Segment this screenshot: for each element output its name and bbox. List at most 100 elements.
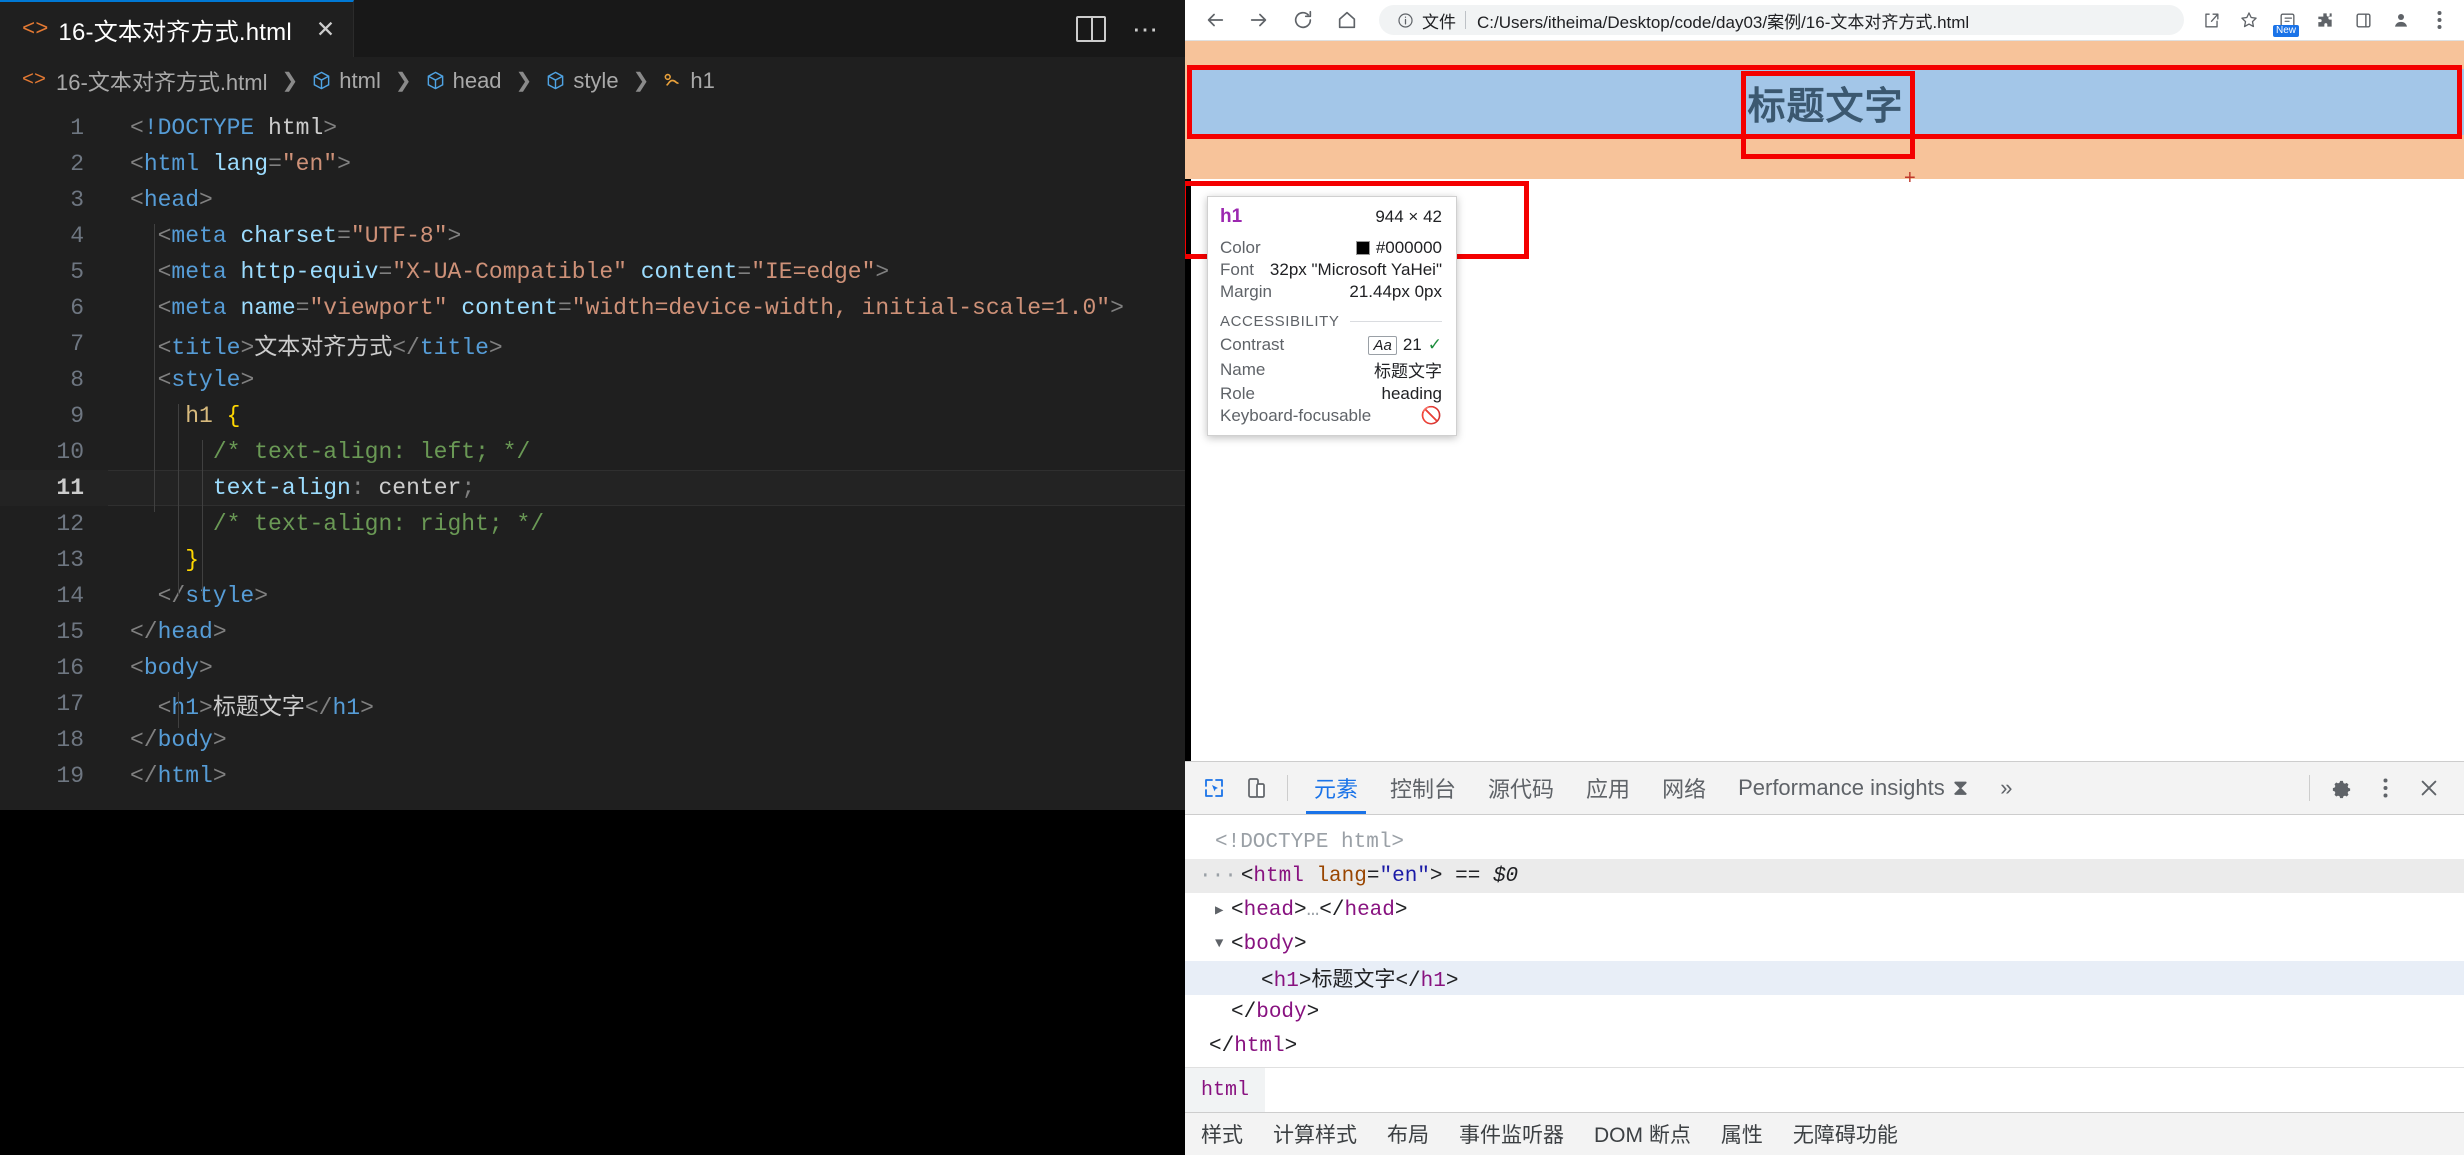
sidebar-tab-styles[interactable]: 样式 xyxy=(1201,1119,1243,1149)
close-devtools-icon[interactable] xyxy=(2408,767,2450,809)
info-circle-icon[interactable] xyxy=(1393,8,1417,32)
dom-text: </body> xyxy=(1231,1000,1320,1024)
back-arrow-icon[interactable] xyxy=(1193,2,1237,38)
sidebar-tab-computed[interactable]: 计算样式 xyxy=(1273,1119,1357,1149)
line-number: 19 xyxy=(56,763,84,789)
tooltip-key: Margin xyxy=(1220,282,1272,301)
line-number: 4 xyxy=(70,223,84,249)
tooltip-size: 944 × 42 xyxy=(1375,207,1442,226)
code-line: 3 <head> xyxy=(0,182,1185,218)
line-number: 3 xyxy=(70,187,84,213)
device-toolbar-icon[interactable] xyxy=(1235,767,1277,809)
tooltip-key: Role xyxy=(1220,384,1255,403)
code-line: 8 <style> xyxy=(0,362,1185,398)
no-entry-icon: 🚫 xyxy=(1420,406,1442,425)
tab-elements[interactable]: 元素 xyxy=(1298,762,1374,814)
inspect-tooltip: h1 944 × 42 Color #000000 Font 32px "Mic… xyxy=(1207,196,1457,436)
tooltip-value: 32px "Microsoft YaHei" xyxy=(1269,260,1442,279)
crosshair-cursor-icon: + xyxy=(1904,167,1916,189)
expand-triangle-icon[interactable]: ▶ xyxy=(1215,902,1231,919)
line-number: 18 xyxy=(56,727,84,753)
tooltip-tag-name: h1 xyxy=(1220,206,1243,227)
new-badge: New xyxy=(2273,25,2300,37)
share-icon[interactable] xyxy=(2194,3,2228,37)
line-number: 9 xyxy=(70,403,84,429)
line-number: 16 xyxy=(56,655,84,681)
dom-line-doctype[interactable]: <!DOCTYPE html> xyxy=(1185,825,2464,859)
breadcrumb-item-style[interactable]: style xyxy=(546,68,619,94)
tab-sources[interactable]: 源代码 xyxy=(1472,762,1570,814)
devtools-panel: 元素 控制台 源代码 应用 网络 Performance insights ⧗ … xyxy=(1185,761,2464,1155)
line-number: 5 xyxy=(70,259,84,285)
sidebar-tab-event-listeners[interactable]: 事件监听器 xyxy=(1459,1119,1564,1149)
page-viewport[interactable]: 标题文字 + h1 944 × 42 Color #000000 Font 32… xyxy=(1185,41,2464,761)
dom-breadcrumb: html xyxy=(1185,1067,2464,1112)
reload-icon[interactable] xyxy=(1281,2,1325,38)
profile-avatar-icon[interactable] xyxy=(2384,3,2418,37)
address-bar[interactable]: 文件 C:/Users/itheima/Desktop/code/day03/案… xyxy=(1379,5,2184,35)
dom-line-body-close[interactable]: </body> xyxy=(1185,995,2464,1029)
tab-application[interactable]: 应用 xyxy=(1570,762,1646,814)
forward-arrow-icon[interactable] xyxy=(1237,2,1281,38)
breadcrumb-separator: ❯ xyxy=(632,70,650,92)
extensions-puzzle-icon[interactable] xyxy=(2308,3,2342,37)
line-number: 7 xyxy=(70,331,84,357)
editor-empty-area[interactable] xyxy=(0,810,1185,1155)
tab-network[interactable]: 网络 xyxy=(1646,762,1722,814)
collapse-triangle-icon[interactable]: ▼ xyxy=(1215,936,1231,952)
sidebar-tab-layout[interactable]: 布局 xyxy=(1387,1119,1429,1149)
tooltip-row-font: Font 32px "Microsoft YaHei" xyxy=(1208,259,1456,281)
chrome-browser-window: 文件 C:/Users/itheima/Desktop/code/day03/案… xyxy=(1185,0,2464,1155)
sidebar-tab-dom-breakpoints[interactable]: DOM 断点 xyxy=(1594,1119,1691,1149)
browser-action-icons: New xyxy=(2194,3,2456,37)
breadcrumb-item-h1[interactable]: h1 xyxy=(663,68,715,94)
more-actions-icon[interactable]: ⋯ xyxy=(1132,16,1159,42)
dom-line-html[interactable]: ··· <html lang="en"> == $0 xyxy=(1185,859,2464,893)
tab-console[interactable]: 控制台 xyxy=(1374,762,1472,814)
chrome-menu-icon[interactable] xyxy=(2422,3,2456,37)
tooltip-color-value: #000000 xyxy=(1375,238,1442,257)
devtools-overflow-icon[interactable]: » xyxy=(1984,762,2028,814)
split-editor-icon[interactable] xyxy=(1076,15,1106,42)
tooltip-value: 21.44px 0px xyxy=(1349,282,1442,301)
dom-line-h1[interactable]: <h1>标题文字</h1> xyxy=(1185,961,2464,995)
breadcrumb-item-html[interactable]: html xyxy=(312,68,381,94)
editor-tab[interactable]: <> 16-文本对齐方式.html ✕ xyxy=(0,0,355,57)
inspect-element-icon[interactable] xyxy=(1193,767,1235,809)
html-file-icon: <> xyxy=(22,17,49,42)
reading-list-icon[interactable]: New xyxy=(2270,3,2304,37)
screen: <> 16-文本对齐方式.html ✕ ⋯ <> 16-文本对齐方式.html … xyxy=(0,0,2464,1155)
sidebar-tab-properties[interactable]: 属性 xyxy=(1721,1119,1763,1149)
breadcrumb-item-html[interactable]: html xyxy=(1185,1068,1266,1112)
settings-gear-icon[interactable] xyxy=(2320,767,2362,809)
tooltip-row-keyboard: Keyboard-focusable 🚫 xyxy=(1208,405,1456,435)
code-line: 16 <body> xyxy=(0,650,1185,686)
breadcrumb-separator: ❯ xyxy=(515,70,533,92)
breadcrumb-item-file[interactable]: 16-文本对齐方式.html xyxy=(56,65,267,97)
close-icon[interactable]: ✕ xyxy=(316,18,335,41)
bookmark-star-icon[interactable] xyxy=(2232,3,2266,37)
dom-line-html-close[interactable]: </html> xyxy=(1185,1029,2464,1063)
tab-performance-insights[interactable]: Performance insights ⧗ xyxy=(1722,762,1984,814)
color-swatch xyxy=(1355,241,1370,255)
tooltip-row-contrast: Contrast Aa 21 ✓ xyxy=(1208,334,1456,356)
dom-line-head[interactable]: ▶ <head>…</head> xyxy=(1185,893,2464,927)
sidebar-tab-accessibility[interactable]: 无障碍功能 xyxy=(1793,1119,1898,1149)
editor-tab-bar: <> 16-文本对齐方式.html ✕ ⋯ xyxy=(0,0,1185,57)
code-line: 5 <meta http-equiv="X-UA-Compatible" con… xyxy=(0,254,1185,290)
side-panel-icon[interactable] xyxy=(2346,3,2380,37)
breadcrumb-item-head[interactable]: head xyxy=(426,68,502,94)
line-number: 10 xyxy=(56,439,84,465)
dom-tree[interactable]: <!DOCTYPE html> ··· <html lang="en"> == … xyxy=(1185,815,2464,1067)
section-divider xyxy=(1349,321,1442,322)
tooltip-value: #000000 xyxy=(1355,238,1442,258)
devtools-more-icon[interactable] xyxy=(2364,767,2406,809)
code-line: 6 <meta name="viewport" content="width=d… xyxy=(0,290,1185,326)
section-label: ACCESSIBILITY xyxy=(1220,313,1340,330)
code-editor[interactable]: 1 <!DOCTYPE html> 2 <html lang="en"> 3 <… xyxy=(0,104,1185,1155)
tooltip-accessibility-section: ACCESSIBILITY xyxy=(1208,303,1456,334)
dom-line-body-open[interactable]: ▼ <body> xyxy=(1185,927,2464,961)
breadcrumb: <> 16-文本对齐方式.html ❯ html ❯ head ❯ style … xyxy=(0,57,1185,104)
home-icon[interactable] xyxy=(1325,2,1369,38)
code-line: 4 <meta charset="UTF-8"> xyxy=(0,218,1185,254)
